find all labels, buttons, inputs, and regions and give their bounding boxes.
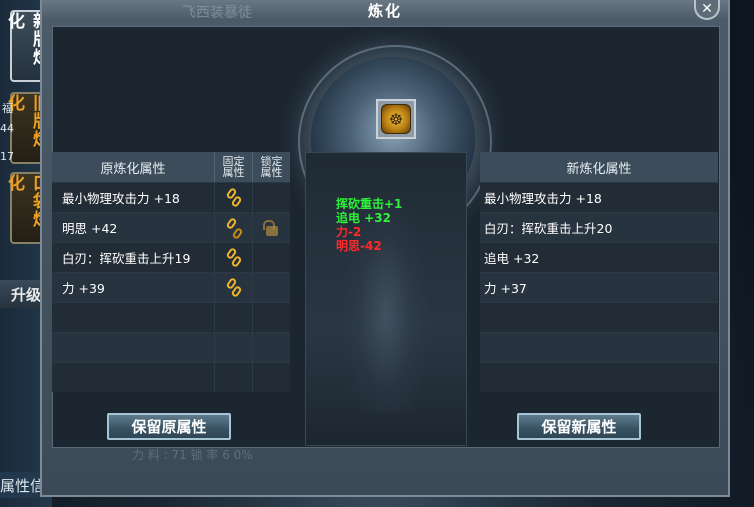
refine-item-icon: ☸ <box>381 104 411 134</box>
fixed-toggle <box>214 363 252 392</box>
change-item: 明思-42 <box>336 239 382 253</box>
table-row: 白刃：挥砍重击上升19 <box>52 242 290 272</box>
table-row <box>480 302 718 332</box>
table-row: 最小物理攻击力 +18 <box>52 182 290 212</box>
close-icon: ✕ <box>701 1 713 17</box>
lock-toggle[interactable] <box>252 213 290 242</box>
table-row: 力 +39 <box>52 272 290 302</box>
new-attributes-header: 新炼化属性 <box>480 152 718 182</box>
lock-toggle <box>252 333 290 362</box>
original-attributes-header: 原炼化属性 固定 属性 锁定 属性 <box>52 152 290 182</box>
fixed-header-line-2: 属性 <box>222 166 245 179</box>
window-title: 炼化 <box>367 1 402 20</box>
lock-attribute-header: 锁定 属性 <box>252 152 290 182</box>
attribute-text <box>52 303 214 332</box>
lock-toggle <box>252 363 290 392</box>
lock-toggle[interactable] <box>252 183 290 212</box>
lock-toggle[interactable] <box>252 273 290 302</box>
table-row: 力 +37 <box>480 272 718 302</box>
tab-new-refine[interactable]: 新版炼化 <box>4 10 49 82</box>
tab-old-refine[interactable]: 旧版炼化 <box>4 92 49 164</box>
table-row <box>52 362 290 392</box>
table-row: 明思 +42 <box>52 212 290 242</box>
table-row <box>52 332 290 362</box>
table-row: 最小物理攻击力 +18 <box>480 182 718 212</box>
attribute-text <box>480 303 718 332</box>
left-fragment-c: 17 <box>0 150 14 163</box>
attribute-text: 白刃：挥砍重击上升19 <box>62 251 191 266</box>
change-preview-panel: 挥砍重击+1 追电 +32 力-2 明思-42 <box>305 152 467 446</box>
lock-toggle[interactable] <box>252 243 290 272</box>
item-slot[interactable]: ☸ <box>376 99 416 139</box>
table-row <box>480 332 718 362</box>
original-attributes-rows: 最小物理攻击力 +18 明思 +42 白刃：挥砍重击上升19 力 +39 <box>52 182 290 392</box>
fixed-toggle[interactable] <box>214 243 252 272</box>
table-row: 白刃：挥砍重击上升20 <box>480 212 718 242</box>
fixed-toggle[interactable] <box>214 213 252 242</box>
change-item: 追电 +32 <box>336 211 391 225</box>
new-attributes-title: 新炼化属性 <box>566 161 632 177</box>
attribute-text: 追电 +32 <box>484 251 540 266</box>
attribute-text <box>480 333 718 362</box>
fixed-attribute-header: 固定 属性 <box>214 152 252 182</box>
change-item: 力-2 <box>336 225 362 239</box>
attribute-text <box>52 333 214 362</box>
fixed-toggle[interactable] <box>214 273 252 302</box>
fixed-toggle <box>214 303 252 332</box>
unlocked-padlock-icon <box>262 219 279 236</box>
lock-header-line-2: 属性 <box>260 166 283 179</box>
keep-original-button[interactable]: 保留原属性 <box>107 413 231 440</box>
change-list: 挥砍重击+1 追电 +32 力-2 明思-42 <box>336 197 402 253</box>
table-row: 追电 +32 <box>480 242 718 272</box>
lock-toggle <box>252 303 290 332</box>
left-fragment-a: 福 <box>2 102 13 115</box>
table-row <box>480 362 718 392</box>
fixed-toggle <box>214 333 252 362</box>
left-fragment-b: 44 <box>0 122 14 135</box>
table-row <box>52 302 290 332</box>
background-player-name: 飞西装暴徒 <box>182 5 252 21</box>
new-attributes-rows: 最小物理攻击力 +18 白刃：挥砍重击上升20 追电 +32 力 +37 <box>480 182 718 392</box>
title-bar: 飞西装暴徒 炼化 <box>42 0 728 21</box>
keep-new-button[interactable]: 保留新属性 <box>517 413 641 440</box>
broken-chain-icon <box>227 218 241 238</box>
tab-pocket-refine[interactable]: 口袋炼化 <box>4 172 49 244</box>
attribute-text: 明思 +42 <box>62 221 118 236</box>
attribute-text: 力 +37 <box>484 281 527 296</box>
attribute-text: 最小物理攻击力 +18 <box>62 191 180 206</box>
original-attributes-title: 原炼化属性 <box>100 161 166 177</box>
chain-link-icon <box>227 188 241 208</box>
attribute-text: 最小物理攻击力 +18 <box>484 191 602 206</box>
chain-link-icon <box>227 248 241 268</box>
attribute-text: 白刃：挥砍重击上升20 <box>484 221 613 236</box>
attribute-text <box>52 363 214 392</box>
new-attributes-table: 新炼化属性 最小物理攻击力 +18 白刃：挥砍重击上升20 追电 +32 力 +… <box>480 152 718 392</box>
original-attributes-table: 原炼化属性 固定 属性 锁定 属性 最小物理攻击力 +18 明思 +42 白刃：… <box>52 152 290 392</box>
attribute-text <box>480 363 718 392</box>
bottom-background-text: 力 料 : 71 锁 率 6 0% <box>132 448 253 462</box>
fixed-toggle[interactable] <box>214 183 252 212</box>
attribute-text: 力 +39 <box>62 281 105 296</box>
chain-link-icon <box>227 278 241 298</box>
change-item: 挥砍重击+1 <box>336 197 403 211</box>
